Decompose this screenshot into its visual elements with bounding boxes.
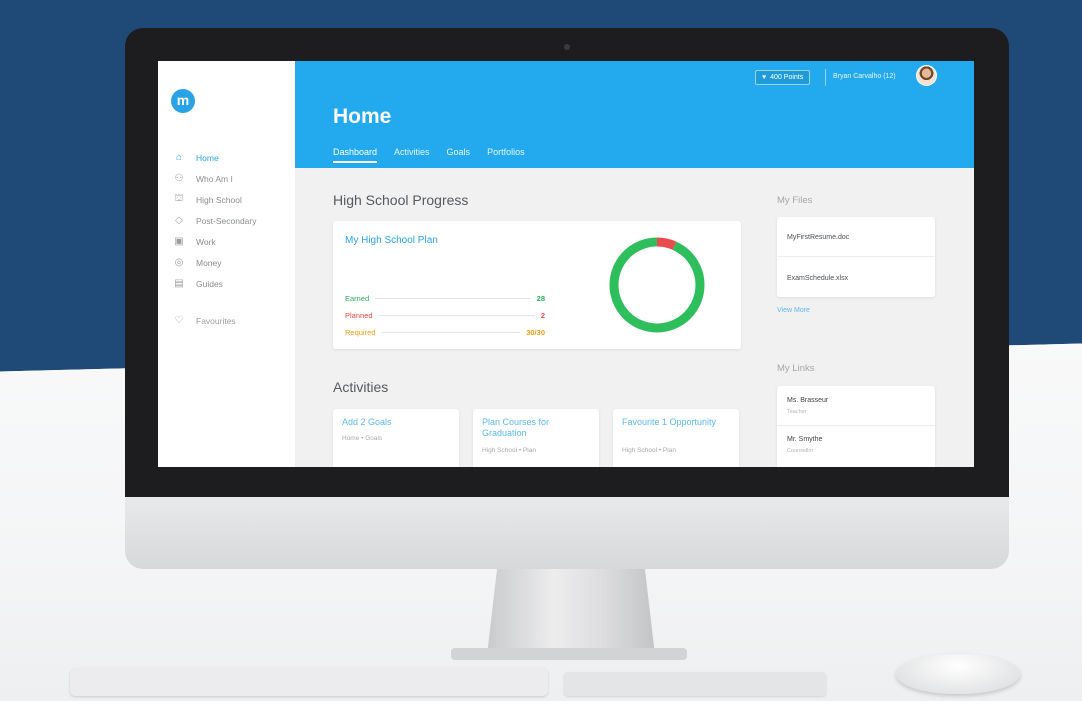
graduation-cap-icon: ◇	[175, 215, 183, 226]
my-files-card: MyFirstResume.doc ExamSchedule.xlsx	[777, 217, 935, 297]
sidebar-item-money[interactable]: ◎ Money	[172, 252, 256, 273]
briefcase-icon: ▣	[174, 236, 184, 247]
sidebar-item-label: Guides	[196, 278, 223, 289]
earned-arc	[609, 237, 705, 333]
divider	[777, 256, 935, 257]
mouse	[896, 654, 1020, 694]
required-value: 30/30	[526, 328, 545, 337]
sidebar-item-label: Who Am I	[196, 173, 233, 184]
page-title: Home	[333, 105, 392, 128]
money-bag-icon: ◎	[174, 257, 184, 268]
keyboard	[70, 668, 548, 696]
file-item[interactable]: ExamSchedule.xlsx	[787, 275, 848, 282]
user-name[interactable]: Bryan Carvalho (12)	[833, 73, 896, 80]
points-badge[interactable]: ♥ 400 Points	[755, 70, 811, 85]
sidebar-item-post-secondary[interactable]: ◇ Post-Secondary	[172, 210, 256, 231]
activity-subtitle: High School • Plan	[622, 447, 676, 454]
sidebar-item-label: Work	[196, 236, 216, 247]
my-files-title: My Files	[777, 195, 813, 206]
planned-row: Planned 2	[345, 310, 545, 321]
sidebar: m ⌂ Home ⚇ Who Am I ⛫ High School ◇ Post…	[158, 61, 295, 467]
header-divider	[825, 69, 826, 86]
required-label: Required	[345, 328, 376, 337]
tab-dashboard[interactable]: Dashboard	[333, 147, 378, 163]
activities-section-title: Activities	[333, 379, 389, 395]
link-role: Counsellor	[787, 448, 814, 454]
tab-portfolios[interactable]: Portfolios	[487, 147, 525, 163]
points-label: 400 Points	[770, 74, 804, 81]
people-icon: ⚇	[174, 173, 184, 184]
progress-section-title: High School Progress	[333, 192, 469, 208]
sidebar-nav: ⌂ Home ⚇ Who Am I ⛫ High School ◇ Post-S…	[172, 147, 256, 294]
header: ♥ 400 Points Bryan Carvalho (12) Home Da…	[295, 61, 974, 168]
heart-icon: ♡	[174, 315, 184, 326]
planned-label: Planned	[345, 311, 373, 320]
sidebar-item-high-school[interactable]: ⛫ High School	[172, 189, 256, 210]
required-row: Required 30/30	[345, 327, 545, 338]
earned-label: Earned	[345, 294, 370, 303]
divider	[777, 425, 935, 426]
trackpad	[564, 672, 826, 696]
plan-title[interactable]: My High School Plan	[345, 235, 438, 246]
sidebar-item-label: Home	[196, 152, 219, 163]
tab-bar: Dashboard Activities Goals Portfolios	[333, 147, 542, 163]
earned-value: 28	[536, 294, 545, 303]
link-name[interactable]: Mr. Smythe	[787, 436, 822, 443]
monitor-chin	[125, 497, 1009, 569]
monitor-stand-base	[451, 648, 687, 660]
link-role: Teacher	[787, 409, 807, 415]
activity-card[interactable]: Plan Courses for Graduation High School …	[473, 409, 599, 467]
progress-ring	[609, 237, 705, 333]
tab-goals[interactable]: Goals	[447, 147, 471, 163]
monitor-stand	[487, 569, 655, 655]
high-school-plan-card[interactable]: My High School Plan Earned 28 Planned 2 …	[333, 221, 741, 349]
activity-subtitle: High School • Plan	[482, 447, 536, 454]
my-links-title: My Links	[777, 363, 815, 374]
guide-book-icon: ▤	[174, 278, 184, 289]
sidebar-item-label: Money	[196, 257, 222, 268]
sidebar-item-home[interactable]: ⌂ Home	[172, 147, 256, 168]
heart-icon: ♥	[762, 74, 767, 81]
school-icon: ⛫	[174, 193, 184, 204]
camera-icon	[564, 44, 570, 50]
activity-title[interactable]: Add 2 Goals	[342, 417, 447, 428]
sidebar-item-label: High School	[196, 194, 242, 205]
sidebar-item-label: Favourites	[196, 315, 236, 326]
sidebar-item-label: Post-Secondary	[196, 215, 257, 226]
link-name[interactable]: Ms. Brasseur	[787, 397, 828, 404]
planned-value: 2	[540, 311, 545, 320]
sidebar-item-favourites[interactable]: ♡ Favourites	[172, 315, 236, 326]
tab-activities[interactable]: Activities	[394, 147, 430, 163]
sidebar-item-guides[interactable]: ▤ Guides	[172, 273, 256, 294]
avatar[interactable]	[916, 65, 937, 86]
activity-title[interactable]: Plan Courses for Graduation	[482, 417, 587, 439]
activity-card[interactable]: Favourite 1 Opportunity High School • Pl…	[613, 409, 739, 467]
activity-card[interactable]: Add 2 Goals Home • Goals	[333, 409, 459, 467]
sidebar-item-work[interactable]: ▣ Work	[172, 231, 256, 252]
earned-row: Earned 28	[345, 293, 545, 304]
app-logo[interactable]: m	[171, 89, 195, 113]
activity-title[interactable]: Favourite 1 Opportunity	[622, 417, 727, 428]
my-links-card: Ms. Brasseur Teacher Mr. Smythe Counsell…	[777, 386, 935, 467]
sidebar-item-who-am-i[interactable]: ⚇ Who Am I	[172, 168, 256, 189]
home-icon: ⌂	[175, 152, 183, 163]
file-item[interactable]: MyFirstResume.doc	[787, 234, 849, 241]
app-screen: m ⌂ Home ⚇ Who Am I ⛫ High School ◇ Post…	[158, 61, 974, 467]
view-more-link[interactable]: View More	[777, 307, 810, 314]
activity-subtitle: Home • Goals	[342, 435, 383, 442]
